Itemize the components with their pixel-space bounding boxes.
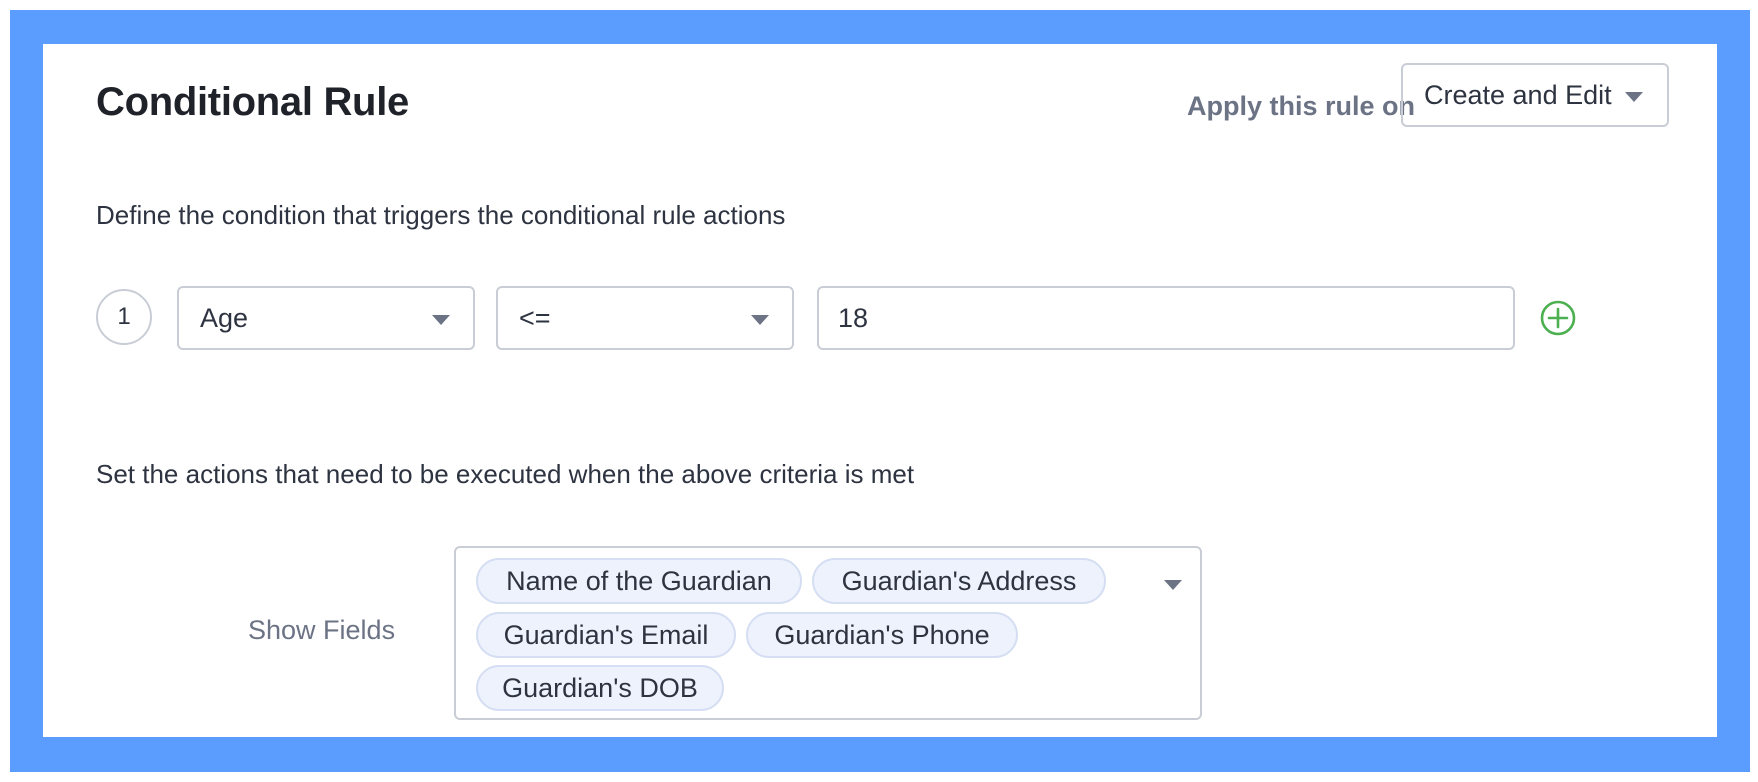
add-condition-icon[interactable]: [1538, 298, 1578, 338]
condition-field-value: Age: [200, 302, 249, 333]
rule-number-badge: 1: [96, 289, 152, 345]
apply-rule-label: Apply this rule on: [1186, 91, 1415, 121]
highlight-frame: Conditional Rule Apply this rule on Crea…: [10, 10, 1750, 772]
condition-operator-select[interactable]: <=: [496, 286, 794, 350]
apply-rule-value: Create and Edit: [1424, 79, 1612, 110]
show-fields-label: Show Fields: [248, 615, 396, 645]
field-tag[interactable]: Guardian's Address: [812, 558, 1106, 604]
condition-operator-value: <=: [519, 302, 551, 333]
actions-description: Set the actions that need to be executed…: [96, 459, 915, 489]
apply-rule-select[interactable]: Create and Edit: [1401, 63, 1669, 127]
chevron-down-icon: [1164, 580, 1182, 590]
conditional-rule-panel: Conditional Rule Apply this rule on Crea…: [43, 44, 1717, 737]
condition-value-input[interactable]: [817, 286, 1515, 350]
chevron-down-icon: [1625, 92, 1643, 102]
condition-description: Define the condition that triggers the c…: [96, 200, 786, 230]
field-tag[interactable]: Guardian's Phone: [746, 612, 1018, 658]
chevron-down-icon: [751, 315, 769, 325]
condition-field-select[interactable]: Age: [177, 286, 475, 350]
field-tag[interactable]: Name of the Guardian: [476, 558, 802, 604]
show-fields-multiselect[interactable]: Name of the Guardian Guardian's Address …: [454, 546, 1202, 720]
page-title: Conditional Rule: [96, 80, 409, 124]
field-tag[interactable]: Guardian's Email: [476, 612, 736, 658]
chevron-down-icon: [432, 315, 450, 325]
field-tag[interactable]: Guardian's DOB: [476, 665, 724, 711]
